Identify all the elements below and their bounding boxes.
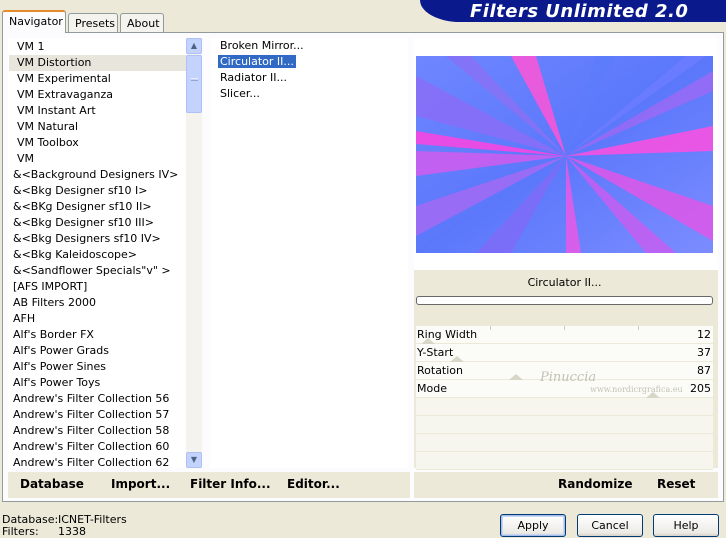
parameter-list: Ring Width 12 Y-Start 37 Rotation 87 Mod… [416,326,713,470]
category-item[interactable]: AB Filters 2000 [9,295,201,311]
category-item[interactable]: &<BKg Designer sf10 II> [9,199,201,215]
preview-image[interactable] [416,56,713,253]
param-row[interactable]: Y-Start 37 [416,344,713,362]
slider-tick [564,326,565,330]
category-item[interactable]: Andrew's Filter Collection 62 [9,455,201,467]
category-item[interactable]: &<Bkg Designers sf10 IV> [9,231,201,247]
preview-graphic [416,56,713,253]
category-item[interactable]: Alf's Power Grads [9,343,201,359]
tab-navigator[interactable]: Navigator [2,10,66,33]
category-item[interactable]: Alf's Border FX [9,327,201,343]
app-title: Filters Unlimited 2.0 [470,1,689,22]
param-row-empty [416,398,713,416]
watermark-text: Pinuccia [540,370,597,385]
import-button[interactable]: Import... [111,477,170,491]
category-item[interactable]: Andrew's Filter Collection 60 [9,439,201,455]
category-item[interactable]: VM Experimental [9,71,201,87]
cancel-button[interactable]: Cancel [577,514,643,537]
category-scrollbar[interactable]: ▲ ▼ [186,38,202,468]
database-button[interactable]: Database [20,477,84,491]
param-name: Rotation [417,364,464,377]
tab-about[interactable]: About [120,13,164,32]
filter-item-label: Broken Mirror... [220,39,304,52]
randomize-button[interactable]: Randomize [558,477,632,491]
editor-button[interactable]: Editor... [287,477,340,491]
category-item[interactable]: &<Bkg Designer sf10 I> [9,183,201,199]
filter-item[interactable]: Slicer... [210,86,408,102]
slider-tick [638,326,639,330]
watermark-logo: Pinuccia www.nordicrgrafica.eu [540,370,683,394]
category-item[interactable]: &<Background Designers IV> [9,167,201,183]
param-row-empty [416,416,713,434]
category-item[interactable]: Andrew's Filter Collection 58 [9,423,201,439]
param-row-empty [416,434,713,452]
category-item[interactable]: VM Instant Art [9,103,201,119]
category-list[interactable]: VM 1 VM Distortion VM Experimental VM Ex… [8,38,202,468]
slider-tick [490,326,491,330]
help-button[interactable]: Help [653,514,719,537]
param-name: Mode [417,382,447,395]
filters-count-label: Filters: [2,525,39,538]
category-item[interactable]: AFH [9,311,201,327]
category-item[interactable]: VM Extravaganza [9,87,201,103]
filter-list[interactable]: Broken Mirror... Circulator II... Radiat… [210,38,408,468]
tab-presets-label: Presets [75,17,116,30]
filter-name-label: Circulator II... [416,272,713,294]
scroll-down-button[interactable]: ▼ [186,452,202,468]
reset-button[interactable]: Reset [657,477,695,491]
scroll-thumb[interactable] [186,55,202,113]
category-item[interactable]: [AFS IMPORT] [9,279,201,295]
help-button-label: Help [673,519,699,532]
filter-item-selected[interactable]: Circulator II... [210,54,408,70]
tab-presets[interactable]: Presets [68,13,118,32]
category-item-selected[interactable]: VM Distortion [9,55,201,71]
param-row-empty [416,452,713,470]
chevron-up-icon: ▲ [190,41,198,50]
watermark-url: www.nordicrgrafica.eu [590,385,683,394]
filters-count-value: 1338 [58,525,86,538]
category-item[interactable]: VM Toolbox [9,135,201,151]
filter-item-label: Radiator II... [220,71,287,84]
category-item[interactable]: &<Bkg Kaleidoscope> [9,247,201,263]
filter-item[interactable]: Broken Mirror... [210,38,408,54]
param-row[interactable]: Ring Width 12 [416,326,713,344]
category-item[interactable]: Alf's Power Sines [9,359,201,375]
category-item[interactable]: &<Sandflower Specials"v" > [9,263,201,279]
param-name: Y-Start [417,346,454,359]
scroll-up-button[interactable]: ▲ [186,38,202,54]
category-item[interactable]: Andrew's Filter Collection 57 [9,407,201,423]
app-title-banner: Filters Unlimited 2.0 [420,0,726,22]
cancel-button-label: Cancel [591,519,629,532]
filter-item-label: Slicer... [220,87,260,100]
tab-navigator-label: Navigator [9,15,63,28]
chevron-down-icon: ▼ [190,455,198,464]
progress-bar [416,296,713,305]
filter-item-label: Circulator II... [217,54,297,69]
category-item[interactable]: VM 1 [9,39,201,55]
category-item[interactable]: &<Bkg Designer sf10 III> [9,215,201,231]
apply-button-label: Apply [517,519,549,532]
filter-item[interactable]: Radiator II... [210,70,408,86]
status-info: Database: ICNET-Filters Filters: 1338 [2,514,127,538]
param-value: 87 [697,364,711,377]
filter-info-button[interactable]: Filter Info... [190,477,271,491]
apply-button[interactable]: Apply [500,514,566,537]
category-item[interactable]: VM [9,151,201,167]
category-item[interactable]: Andrew's Filter Collection 56 [9,391,201,407]
param-value: 37 [697,346,711,359]
grip-icon [191,78,198,81]
param-value: 205 [690,382,711,395]
category-item[interactable]: VM Natural [9,119,201,135]
category-item[interactable]: Alf's Power Toys [9,375,201,391]
tab-about-label: About [127,17,160,30]
param-value: 12 [697,328,711,341]
